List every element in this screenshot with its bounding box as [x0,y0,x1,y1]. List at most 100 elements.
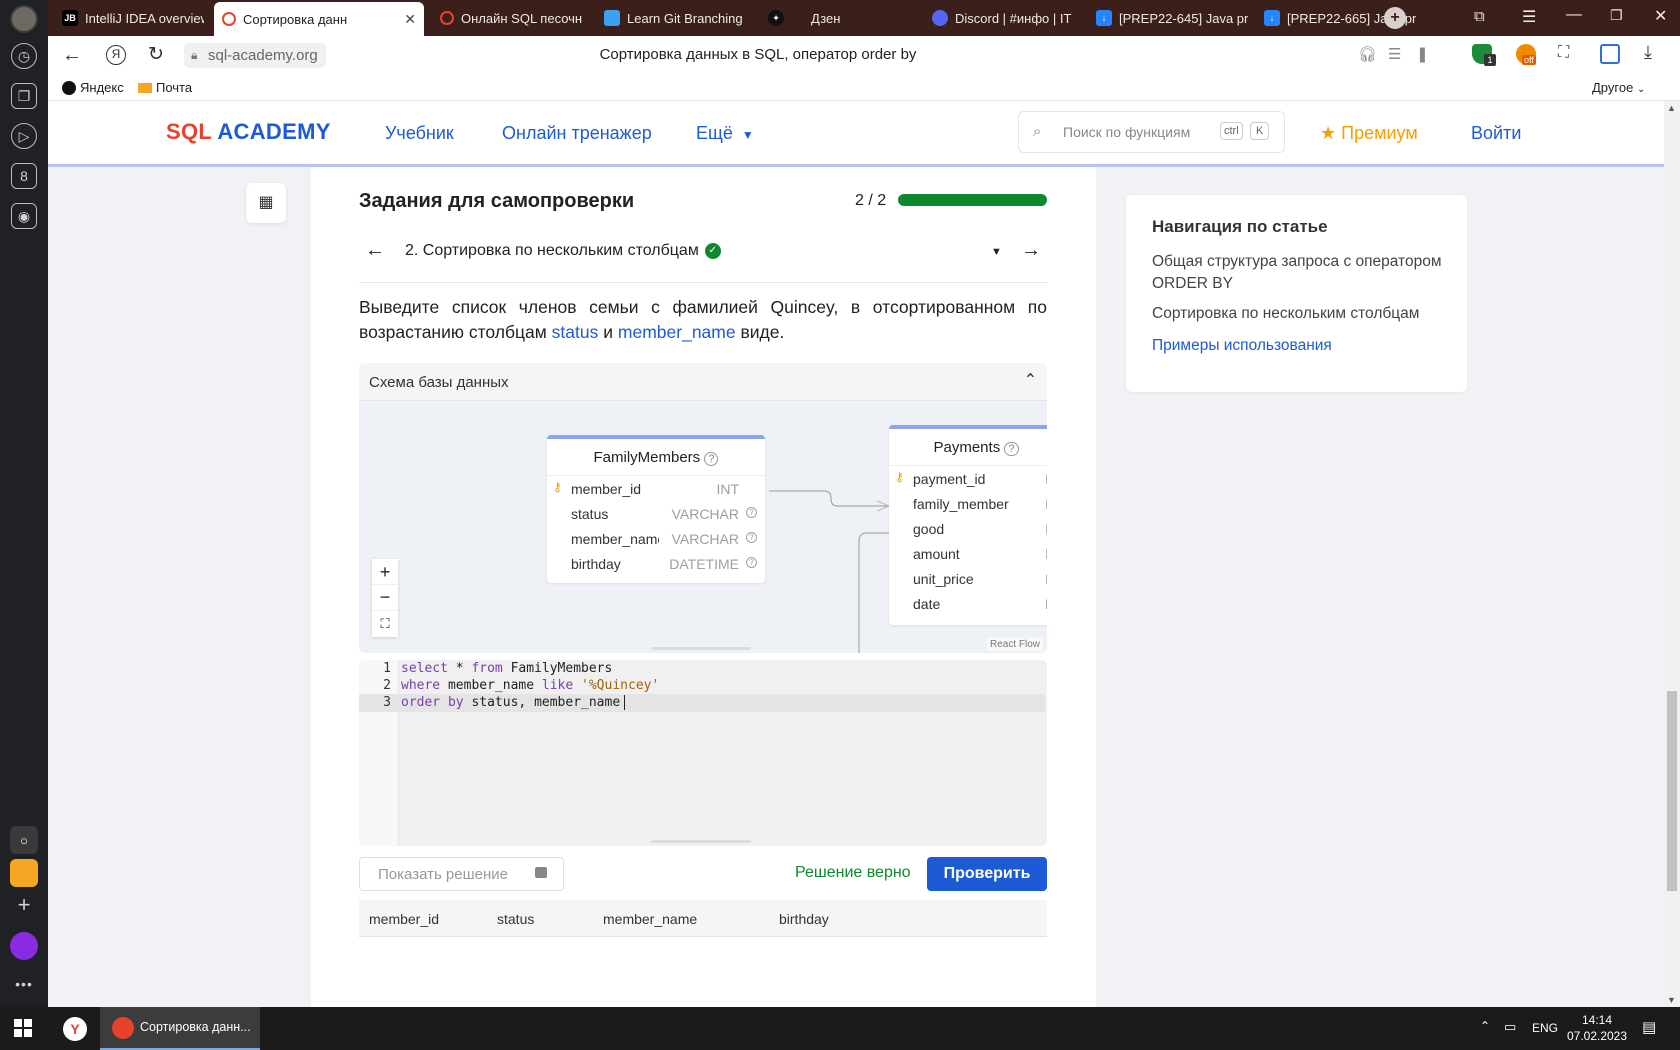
schema-column-row: family_member I [889,491,1047,518]
tab-intellij[interactable]: JB IntelliJ IDEA overview [54,4,204,32]
fit-view-button[interactable]: ⛶ [372,611,398,637]
code-line-active: 3 order by status, member_name [359,694,1045,712]
alice-icon[interactable] [10,932,38,960]
reload-icon[interactable]: ↻ [148,43,164,66]
headphones-icon[interactable]: 🎧︎ [1358,45,1377,63]
menu-icon[interactable]: ☰ [1522,7,1536,27]
check-button[interactable]: Проверить [927,857,1047,891]
resize-handle[interactable] [651,840,751,843]
more-icon[interactable]: ••• [10,976,38,992]
tab-label: IntelliJ IDEA overview [85,10,204,26]
react-flow-attribution[interactable]: React Flow [986,638,1043,651]
window-close-icon[interactable]: ✕ [1654,6,1667,26]
new-tab-button[interactable]: + [1384,7,1406,29]
taskbar-app-active[interactable]: Сортировка данн... [100,1007,260,1050]
minimize-icon[interactable]: — [1566,6,1582,24]
column-header: member_name [603,911,698,927]
reader-icon[interactable]: ☰ [1388,45,1401,63]
tab-dzen[interactable]: ✦ Дзен [760,4,910,32]
network-icon[interactable]: ▭ [1504,1019,1516,1035]
sql-editor[interactable]: 1 select * from FamilyMembers 2 where me… [359,660,1047,846]
schema-column-row: date DATETI [889,591,1047,618]
zoom-in-button[interactable]: + [372,559,398,585]
show-solution-button[interactable]: Показать решение [359,857,564,891]
column-header: birthday [779,911,829,927]
nav-trainer[interactable]: Онлайн тренажер [502,123,652,144]
tray-chevron-icon[interactable]: ⌃ [1480,1019,1490,1033]
current-task[interactable]: 2. Сортировка по нескольким столбцам ✓ [405,242,721,260]
desc-col-status[interactable]: status [552,322,599,342]
notifications-icon[interactable]: ▤ [1642,1018,1656,1036]
bookmark-mail[interactable]: Почта [138,80,192,95]
downloads-icon[interactable]: ⤓ [1644,42,1652,63]
bookmark-yandex[interactable]: Яндекс [62,80,124,95]
windows-start-icon[interactable] [14,1019,32,1037]
video-icon[interactable]: ▷ [11,123,37,149]
tab-label: [PREP22-645] Java pr [1119,10,1248,26]
table-payments[interactable]: Payments ? ⚷ payment_id Ifamily_member Igoo… [889,425,1047,625]
site-logo[interactable]: SQL ACADEMY [166,119,331,145]
url-box[interactable]: 🔒︎ sql-academy.org [184,43,326,68]
table-familymembers[interactable]: FamilyMembers ? ⚷ member_id INT status VARCH… [547,435,765,583]
scrollbar-thumb[interactable] [1667,691,1677,891]
mail-app-icon[interactable] [10,859,38,887]
tab-sorting[interactable]: Сортировка данн ✕ [214,2,424,36]
result-table-header: member_id status member_name birthday [359,900,1047,937]
address-bar: ← Я ↻ 🔒︎ sql-academy.org Сортировка данн… [48,36,1680,76]
article-nav-item-active[interactable]: Примеры использования [1152,335,1452,357]
premium-label: Премиум [1341,123,1418,143]
restore-icon[interactable]: ❐ [1610,7,1623,24]
extension-blue-icon[interactable] [1600,44,1620,64]
page-scrollbar[interactable]: ▲ ▼ [1664,101,1680,1007]
profile-avatar[interactable] [10,5,38,33]
table-name: Payments [933,439,1001,456]
back-icon[interactable]: ← [62,44,82,67]
schema-header[interactable]: Схема базы данных ⌃ [359,363,1047,401]
article-nav-item[interactable]: Общая структура запроса с оператором ORD… [1152,251,1452,295]
tab-sql-sandbox[interactable]: Онлайн SQL песочн [432,4,582,32]
nav-textbook[interactable]: Учебник [385,123,454,144]
tab-list-icon[interactable]: ⧉ [1474,8,1485,25]
tab-jira-645[interactable]: ↓ [PREP22-645] Java pr [1088,4,1248,32]
history-icon[interactable]: ◷ [11,43,37,69]
code-keyword: where [401,678,441,693]
table-rows: ⚷ member_id INT status VARCHAR? member_name VA… [547,475,765,572]
task-dropdown-icon[interactable]: ▼ [991,246,1002,258]
scroll-up-icon[interactable]: ▲ [1667,103,1676,113]
translate-icon[interactable]: ⛶ [1558,44,1569,62]
line-number: 2 [383,678,391,693]
yandex-browser-icon[interactable]: Y [63,1017,87,1041]
language-indicator[interactable]: ENG [1532,1021,1558,1035]
yandex-icon[interactable]: Я [106,45,126,65]
next-task-arrow[interactable]: → [1021,239,1041,262]
help-icon[interactable]: ? [746,507,757,518]
desc-col-member-name[interactable]: member_name [618,322,736,342]
alice-app-icon[interactable]: ○ [10,826,38,854]
scroll-down-icon[interactable]: ▼ [1667,995,1676,1005]
prev-task-arrow[interactable]: ← [365,239,385,262]
help-icon[interactable]: ? [746,557,757,568]
column-name: birthday [571,556,621,572]
screenshot-icon[interactable]: ◉ [11,203,37,229]
article-nav-item[interactable]: Сортировка по нескольким столбцам [1152,303,1452,325]
add-panel-icon[interactable]: + [10,891,38,919]
counter-icon[interactable]: 8 [11,163,37,189]
table-title: FamilyMembers ? [547,449,765,466]
map-toggle-button[interactable]: ▦ [246,183,286,223]
column-name: unit_price [913,571,974,587]
collections-icon[interactable]: ❐ [11,83,37,109]
zoom-out-button[interactable]: − [372,585,398,611]
login-link[interactable]: Войти [1471,123,1521,144]
search-box[interactable]: ⌕ Поиск по функциям ctrl K [1018,111,1285,153]
resize-handle[interactable] [651,647,751,650]
tab-git[interactable]: Learn Git Branching [596,4,746,32]
column-type: I [1045,571,1047,587]
bookmarks-other[interactable]: Другое ⌄ [1592,80,1645,95]
nav-more[interactable]: Ещё ▼ [696,123,754,144]
premium-link[interactable]: ★ Премиум [1320,123,1418,144]
help-icon[interactable]: ? [746,532,757,543]
clock[interactable]: 14:14 07.02.2023 [1562,1012,1632,1044]
bookmark-icon[interactable]: ❚ [1416,45,1429,63]
tab-discord[interactable]: Discord | #инфо | IT [924,4,1074,32]
close-icon[interactable]: ✕ [404,11,416,28]
